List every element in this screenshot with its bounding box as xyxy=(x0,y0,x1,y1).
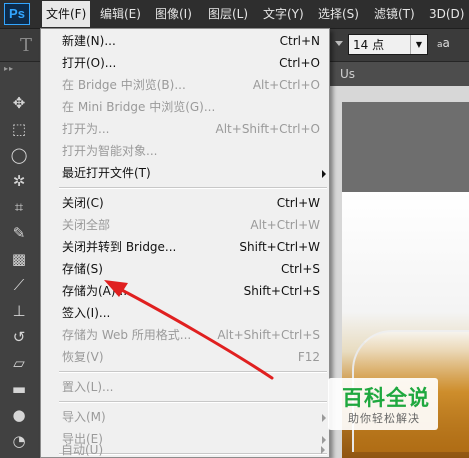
menu-item-automate: 自动(U) xyxy=(41,442,327,458)
menu-item-open-smart-object: 打开为智能对象... xyxy=(62,144,158,158)
lasso-tool-icon[interactable]: ◯ xyxy=(8,144,30,166)
menu-item-revert: 恢复(V) F12 xyxy=(62,350,320,364)
font-size-select[interactable]: 14 点 ▼ xyxy=(348,34,428,55)
menu-separator xyxy=(59,371,327,373)
eyedropper-tool-icon[interactable]: ✎ xyxy=(8,222,30,244)
magic-wand-tool-icon[interactable]: ✲ xyxy=(8,170,30,192)
healing-brush-tool-icon[interactable]: ▩ xyxy=(8,248,30,270)
file-menu-dropdown: 新建(N)... Ctrl+N 打开(O)... Ctrl+O 在 Bridge… xyxy=(40,28,330,458)
chevron-down-icon[interactable] xyxy=(335,41,343,46)
menu-item-browse-mini-bridge: 在 Mini Bridge 中浏览(G)... xyxy=(62,100,216,114)
menu-image[interactable]: 图像(I) xyxy=(151,0,196,28)
menu-item-place: 置入(L)... xyxy=(62,380,114,394)
tools-panel: ▸▸ ✥ ⬚ ◯ ✲ ⌗ ✎ ▩ ⟋ ⊥ ↺ ▱ ▬ ● ◔ xyxy=(0,62,41,458)
dodge-tool-icon[interactable]: ◔ xyxy=(8,430,30,452)
brush-tool-icon[interactable]: ⟋ xyxy=(8,274,30,296)
menu-item-new[interactable]: 新建(N)... Ctrl+N xyxy=(42,30,328,52)
move-tool-icon[interactable]: ✥ xyxy=(8,92,30,114)
marquee-tool-icon[interactable]: ⬚ xyxy=(8,118,30,140)
photoshop-logo: Ps xyxy=(4,3,30,25)
menu-separator xyxy=(59,401,327,403)
canvas-background xyxy=(342,102,469,192)
menu-item-open[interactable]: 打开(O)... Ctrl+O xyxy=(42,52,328,74)
eraser-tool-icon[interactable]: ▱ xyxy=(8,352,30,374)
gradient-tool-icon[interactable]: ▬ xyxy=(8,378,30,400)
crop-tool-icon[interactable]: ⌗ xyxy=(8,196,30,218)
menu-file[interactable]: 文件(F) xyxy=(42,1,91,27)
menu-select[interactable]: 选择(S) xyxy=(314,0,363,28)
menu-filter[interactable]: 滤镜(T) xyxy=(370,0,419,28)
menu-item-open-as: 打开为... Alt+Shift+Ctrl+O xyxy=(62,122,320,136)
menu-item-import: 导入(M) xyxy=(42,406,328,428)
menu-item-check-in[interactable]: 签入(I)... xyxy=(42,302,328,324)
menu-item-close[interactable]: 关闭(C) Ctrl+W xyxy=(42,192,328,214)
menu-type[interactable]: 文字(Y) xyxy=(259,0,308,28)
menu-item-save-for-web: 存储为 Web 所用格式... Alt+Shift+Ctrl+S xyxy=(62,328,320,342)
submenu-arrow-icon xyxy=(322,170,326,178)
blur-tool-icon[interactable]: ● xyxy=(8,404,30,426)
menu-bar: Ps 文件(F) 编辑(E) 图像(I) 图层(L) 文字(Y) 选择(S) 滤… xyxy=(0,0,469,29)
watermark-subtitle: 助你轻松解决 xyxy=(348,412,420,425)
menu-item-browse-bridge: 在 Bridge 中浏览(B)... Alt+Ctrl+O xyxy=(62,78,320,92)
history-brush-tool-icon[interactable]: ↺ xyxy=(8,326,30,348)
menu-item-recent-files[interactable]: 最近打开文件(T) xyxy=(42,162,328,184)
watermark: 百科全说 助你轻松解决 xyxy=(328,378,438,430)
menu-3d[interactable]: 3D(D) xyxy=(425,0,468,28)
menu-edit[interactable]: 编辑(E) xyxy=(96,0,145,28)
horizontal-ruler xyxy=(330,86,469,103)
submenu-arrow-icon xyxy=(322,414,326,422)
menu-item-save[interactable]: 存储(S) Ctrl+S xyxy=(42,258,328,280)
submenu-arrow-icon xyxy=(321,446,325,454)
menu-separator xyxy=(59,187,327,189)
menu-item-close-go-bridge[interactable]: 关闭并转到 Bridge... Shift+Ctrl+W xyxy=(42,236,328,258)
type-tool-icon[interactable]: T xyxy=(20,35,32,56)
panel-grip-icon[interactable]: ▸▸ xyxy=(4,64,14,73)
chevron-down-icon[interactable]: ▼ xyxy=(410,35,427,54)
watermark-title: 百科全说 xyxy=(342,386,430,410)
document-tab[interactable]: Us xyxy=(330,62,469,86)
anti-alias-icon[interactable]: aa xyxy=(437,36,450,50)
stamp-tool-icon[interactable]: ⊥ xyxy=(8,300,30,322)
menu-item-save-as[interactable]: 存储为(A)... Shift+Ctrl+S xyxy=(42,280,328,302)
font-size-value: 14 点 xyxy=(353,38,385,52)
menu-item-close-all: 关闭全部 Alt+Ctrl+W xyxy=(62,218,320,232)
menu-layer[interactable]: 图层(L) xyxy=(204,0,252,28)
